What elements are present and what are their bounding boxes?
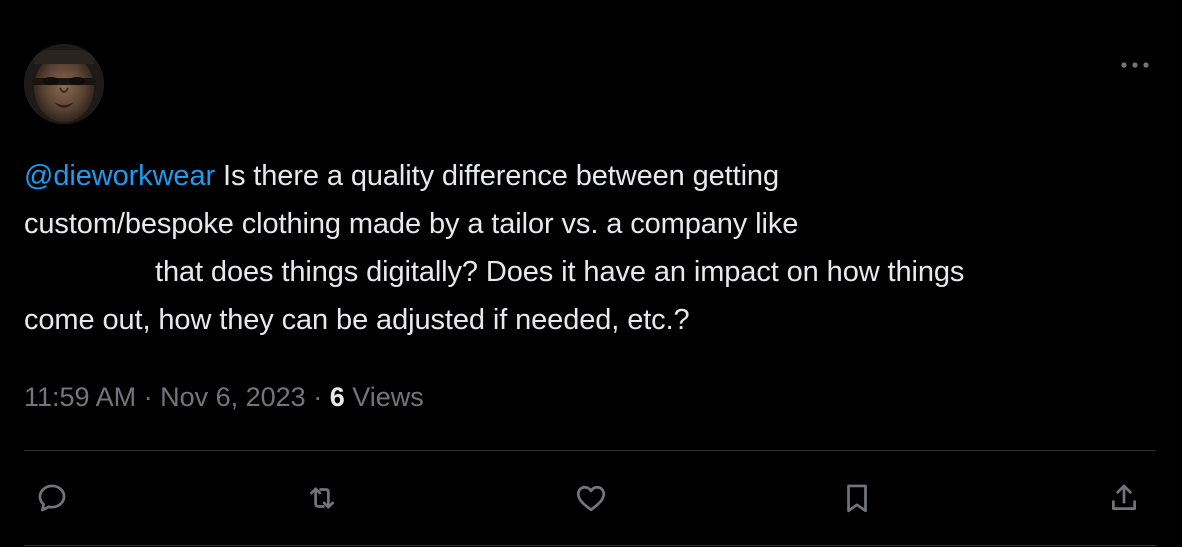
tweet-date[interactable]: Nov 6, 2023	[160, 382, 306, 412]
divider	[24, 545, 1156, 546]
bookmark-button[interactable]	[837, 478, 877, 518]
avatar[interactable]	[24, 44, 104, 124]
views-label: Views	[344, 382, 424, 412]
retweet-icon	[310, 487, 334, 509]
retweet-button[interactable]	[302, 478, 342, 518]
meta-separator: ·	[136, 382, 161, 412]
mention-link[interactable]: @dieworkwear	[24, 160, 215, 192]
tweet-text-segment: Is there a quality difference between ge…	[215, 160, 779, 192]
more-options-button[interactable]	[1118, 52, 1152, 78]
like-button[interactable]	[571, 478, 611, 518]
share-button[interactable]	[1104, 478, 1144, 518]
tweet-line-3: that does things digitally? Does it have…	[155, 256, 965, 288]
more-horizontal-icon	[1121, 62, 1149, 68]
bookmark-icon	[847, 484, 867, 513]
avatar-image	[24, 44, 104, 124]
meta-separator: ·	[305, 382, 330, 412]
tweet-line-2: custom/bespoke clothing made by a tailor…	[24, 208, 799, 240]
reply-icon	[38, 484, 66, 512]
reply-button[interactable]	[32, 478, 72, 518]
tweet-text: @dieworkwear Is there a quality differen…	[24, 152, 1154, 344]
views-count: 6	[329, 382, 345, 412]
heart-icon	[576, 485, 606, 512]
divider	[24, 450, 1156, 451]
share-icon	[1112, 484, 1136, 510]
tweet-line-1: @dieworkwear Is there a quality differen…	[24, 152, 1154, 200]
tweet-line-4: come out, how they can be adjusted if ne…	[24, 304, 690, 336]
tweet-meta: 11:59 AM · Nov 6, 2023 · 6 Views	[24, 379, 424, 415]
tweet-time[interactable]: 11:59 AM	[24, 382, 136, 412]
